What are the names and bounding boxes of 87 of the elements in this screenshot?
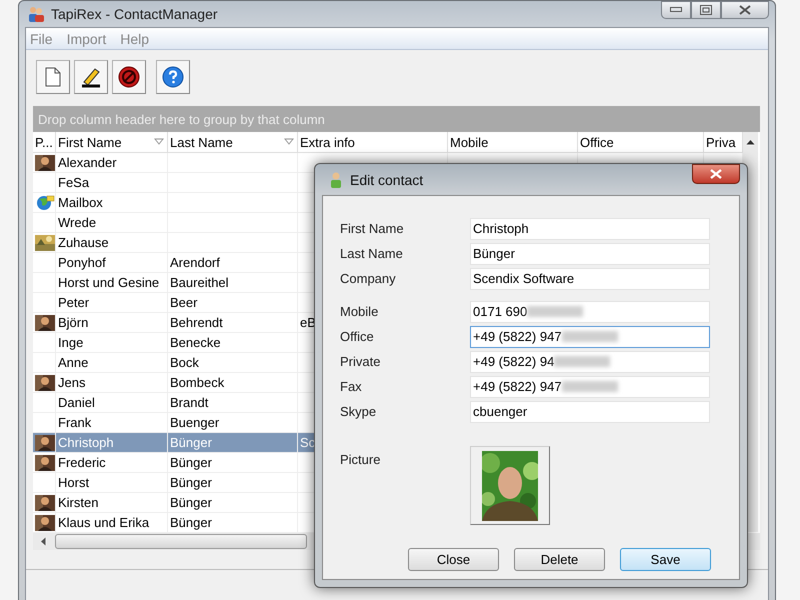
table-cell: Frank [58,415,92,430]
input-field[interactable]: Bünger [470,242,710,264]
close-button[interactable] [721,1,769,19]
table-cell: Bünger [170,435,212,450]
table-cell: Brandt [170,395,208,410]
stop-icon [118,66,140,88]
table-cell: Sc [300,435,316,450]
table-cell: Arendorf [170,255,220,270]
close-button[interactable] [692,164,740,184]
table-cell: FeSa [58,175,90,190]
field-label: Private [340,354,382,369]
table-cell: Baureithel [170,275,229,290]
column-header[interactable]: Extra info [298,132,448,152]
input-field[interactable]: Scendix Software [470,268,710,290]
column-header[interactable]: Last Name [168,132,298,152]
dialog-button[interactable]: Close [408,548,499,571]
minimize-icon [670,7,682,13]
input-field[interactable]: +49 (5822) 94 [470,350,710,372]
help-icon [162,66,184,88]
table-cell: Bünger [170,495,212,510]
table-cell: Ponyhof [58,255,106,270]
scroll-up-icon[interactable] [746,139,755,145]
close-icon [739,5,751,15]
field-label: Last Name [340,246,404,261]
field-label: Fax [340,379,363,394]
dialog-button[interactable]: Save [620,548,711,571]
table-cell: Peter [58,295,90,310]
toolbar-button[interactable] [74,60,108,94]
input-field[interactable]: +49 (5822) 947 [470,376,710,398]
table-cell: Bombeck [170,375,224,390]
input-field[interactable]: Christoph [470,218,710,240]
table-cell: Bünger [170,515,212,530]
picture-button[interactable] [470,446,550,525]
toolbar-button[interactable] [112,60,146,94]
field-label: Office [340,329,375,344]
close-icon [710,169,722,179]
group-hint: Drop column header here to group by that column [38,112,325,126]
table-cell: Bünger [170,455,212,470]
toolbar-button[interactable] [36,60,70,94]
table-cell: Alexander [58,155,117,170]
input-field[interactable]: +49 (5822) 947 [470,326,710,348]
table-cell: Bock [170,355,199,370]
table-cell: Frederic [58,455,106,470]
column-header[interactable]: Office [578,132,704,152]
field-label: Company [340,271,397,286]
scrollbar-thumb[interactable] [55,534,307,549]
input-field[interactable]: 0171 690 [470,300,710,322]
person-icon [330,172,342,188]
dialog-title: Edit contact [350,172,424,188]
field-label: First Name [340,221,405,236]
field-label: Skype [340,404,378,419]
dialog-button[interactable]: Delete [514,548,605,571]
table-cell: Horst und Gesine [58,275,160,290]
field-label: Picture [340,452,382,467]
table-cell: Kirsten [58,495,98,510]
table-cell: Mailbox [58,195,103,210]
input-field[interactable]: cbuenger [470,400,710,422]
table-cell: Beer [170,295,198,310]
column-header[interactable]: First Name [56,132,168,152]
field-label: Mobile [340,304,380,319]
table-cell: Behrendt [170,315,223,330]
table-cell: Bünger [170,475,212,490]
table-cell: Inge [58,335,84,350]
table-cell: Klaus und Erika [58,515,150,530]
table-cell: Horst [58,475,90,490]
pencil-icon [80,66,102,88]
maximize-icon [700,5,712,15]
toolbar-button[interactable] [156,60,190,94]
column-header[interactable]: Mobile [448,132,578,152]
table-cell: Anne [58,355,88,370]
table-cell: Buenger [170,415,220,430]
new-document-icon [45,67,61,87]
table-cell: Daniel [58,395,95,410]
filter-icon[interactable] [284,138,294,146]
minimize-button[interactable] [661,1,691,19]
column-header[interactable]: P... [33,132,56,152]
table-cell: Jens [58,375,86,390]
maximize-button[interactable] [691,1,721,19]
table-cell: Zuhause [58,235,109,250]
table-cell: Björn [58,315,88,330]
people-icon [27,5,45,23]
table-cell: Christoph [58,435,114,450]
scroll-left-icon[interactable] [40,537,46,546]
table-cell: Wrede [58,215,96,230]
window-title: TapiRex - ContactManager [51,6,218,22]
table-cell: Benecke [170,335,221,350]
filter-icon[interactable] [154,138,164,146]
